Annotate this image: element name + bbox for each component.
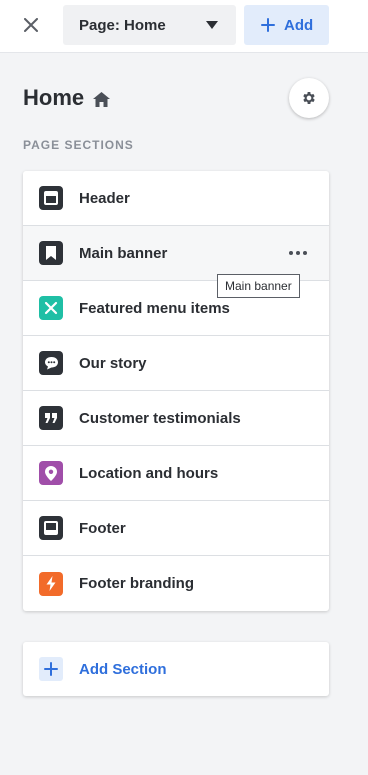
close-button[interactable] bbox=[18, 12, 44, 38]
plus-icon bbox=[39, 657, 63, 681]
chat-bubble-icon bbox=[39, 351, 63, 375]
more-options-icon[interactable] bbox=[289, 251, 307, 255]
title-row: Home bbox=[23, 84, 111, 112]
settings-button[interactable] bbox=[289, 78, 329, 118]
utensils-icon bbox=[39, 296, 63, 320]
section-label: Footer branding bbox=[79, 575, 194, 592]
quote-icon bbox=[39, 406, 63, 430]
section-row-footer-branding[interactable]: Footer branding bbox=[23, 556, 329, 611]
caret-down-icon bbox=[206, 21, 218, 29]
top-bar: Page: Home Add bbox=[0, 0, 368, 53]
plus-icon bbox=[261, 18, 275, 32]
add-button-label: Add bbox=[284, 16, 314, 34]
section-row-footer[interactable]: Footer bbox=[23, 501, 329, 556]
gear-icon bbox=[303, 92, 315, 104]
section-label: Location and hours bbox=[79, 464, 219, 482]
footer-layout-icon bbox=[39, 516, 63, 540]
section-row-our-story[interactable]: Our story bbox=[23, 336, 329, 391]
page-sections-heading: PAGE SECTIONS bbox=[23, 138, 134, 152]
section-label: Our story bbox=[79, 354, 147, 372]
page-select-value: Page: Home bbox=[79, 16, 166, 34]
header-layout-icon bbox=[39, 186, 63, 210]
section-row-customer-testimonials[interactable]: Customer testimonials bbox=[23, 391, 329, 446]
section-label: Featured menu items bbox=[79, 299, 230, 317]
add-section-label: Add Section bbox=[79, 660, 167, 678]
bookmark-icon bbox=[39, 241, 63, 265]
lightning-icon bbox=[39, 571, 63, 596]
page-title: Home bbox=[23, 85, 85, 110]
tooltip: Main banner bbox=[217, 274, 300, 298]
section-label: Header bbox=[79, 189, 130, 207]
page-sections-list: Header Main banner Featured menu items O… bbox=[23, 171, 329, 611]
map-pin-icon bbox=[39, 461, 63, 485]
close-icon bbox=[24, 18, 38, 32]
section-row-main-banner[interactable]: Main banner bbox=[23, 226, 329, 281]
section-label: Main banner bbox=[79, 244, 168, 262]
page-select[interactable]: Page: Home bbox=[63, 5, 236, 45]
add-button[interactable]: Add bbox=[244, 5, 329, 45]
section-row-location-and-hours[interactable]: Location and hours bbox=[23, 446, 329, 501]
section-label: Footer bbox=[79, 519, 126, 537]
home-icon bbox=[93, 92, 111, 107]
add-section-button[interactable]: Add Section bbox=[23, 642, 329, 696]
section-label: Customer testimonials bbox=[79, 409, 241, 427]
section-row-header[interactable]: Header bbox=[23, 171, 329, 226]
